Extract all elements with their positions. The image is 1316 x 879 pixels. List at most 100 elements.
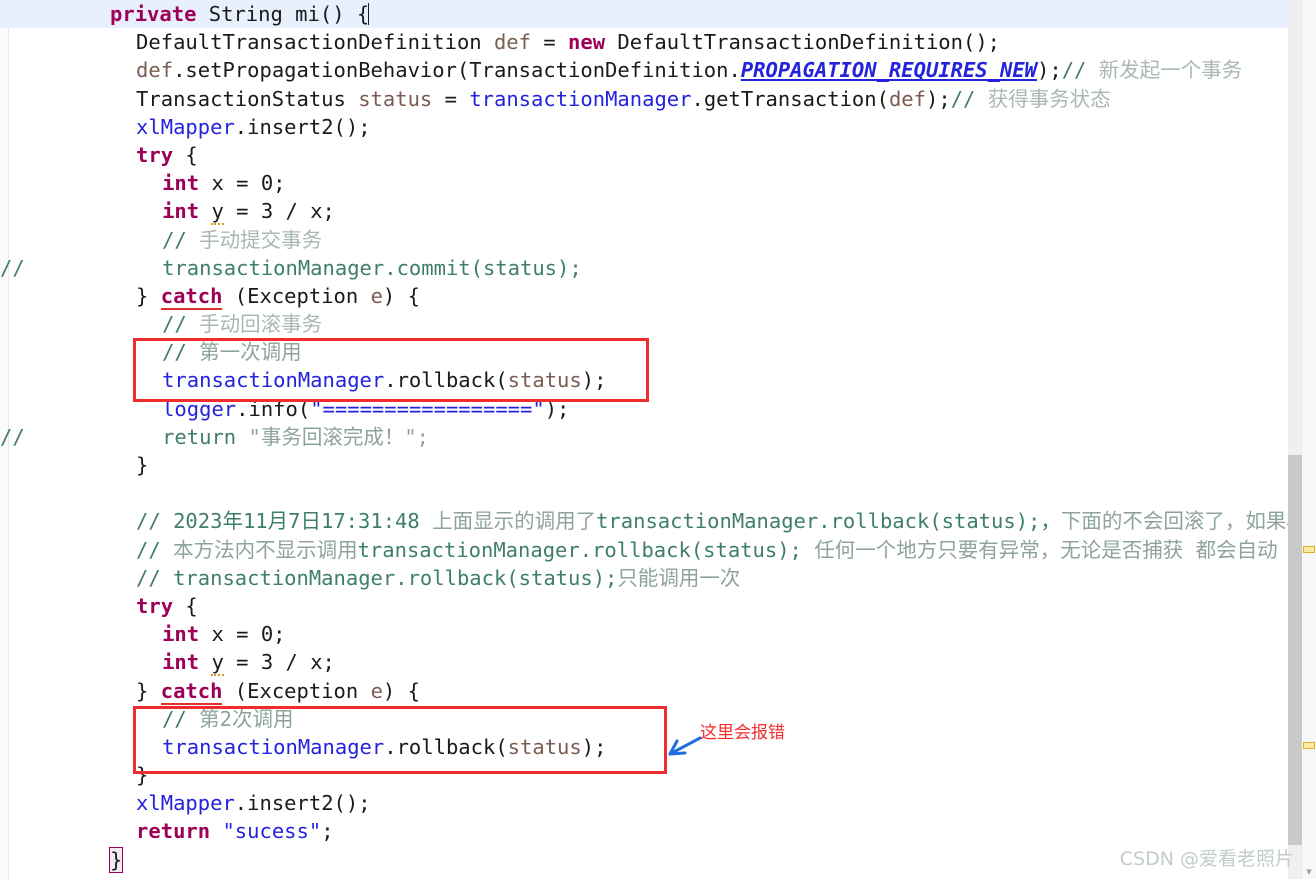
code-line[interactable]: TransactionStatus status = transactionMa… — [0, 85, 1288, 113]
line-comment-prefix — [0, 592, 26, 620]
code-token-warning: y — [211, 199, 224, 226]
code-token: 任何一个地方只要有异常，无论是否捕获 都会自动 — [814, 537, 1278, 562]
code-line[interactable]: int x = 0; — [0, 169, 1288, 197]
code-token: 3 — [260, 199, 274, 224]
line-comment-prefix — [0, 536, 26, 564]
code-token: ) { — [382, 678, 420, 703]
code-line[interactable]: transactionManager.rollback(status); — [0, 366, 1288, 394]
code-line[interactable]: } catch (Exception e) { — [0, 677, 1288, 705]
code-token: transactionManager — [162, 368, 385, 393]
code-token: 0 — [260, 622, 274, 647]
line-comment-prefix — [0, 817, 26, 845]
scrollbar-thumb[interactable] — [1288, 455, 1302, 845]
code-line[interactable]: } — [0, 761, 1288, 789]
code-line[interactable]: xlMapper.insert2(); — [0, 789, 1288, 817]
code-token: "事务回滚完成！"; — [248, 424, 430, 449]
code-token: } — [136, 453, 149, 477]
code-token: status — [507, 368, 582, 393]
code-line[interactable]: // 手动提交事务 — [0, 226, 1288, 254]
line-comment-prefix — [0, 113, 26, 141]
code-token: 年 — [222, 509, 243, 534]
scrollbar-warning-marker[interactable] — [1303, 742, 1315, 749]
code-token: // — [1061, 58, 1099, 83]
code-token: // — [136, 565, 174, 590]
line-comment-prefix — [0, 56, 26, 84]
code-token: 下面的不会回滚了，如果再次 — [1060, 509, 1316, 534]
line-comment-prefix — [0, 28, 26, 56]
code-line[interactable]: private String mi() { — [0, 0, 1288, 29]
code-line[interactable]: // 手动回滚事务 — [0, 310, 1288, 338]
code-token-keyword-error: catch — [160, 283, 223, 310]
code-token: / x; — [273, 199, 335, 224]
code-token: 获得事务状态 — [987, 86, 1111, 111]
scrollbar-warning-marker[interactable] — [1303, 546, 1315, 553]
line-comment-prefix — [0, 0, 26, 28]
code-token: def — [493, 30, 531, 55]
line-comment-prefix — [0, 789, 26, 817]
code-token: 手动提交事务 — [199, 227, 323, 252]
code-token: // — [162, 227, 200, 252]
code-token: } — [136, 763, 149, 788]
code-token: 2023 — [173, 509, 223, 534]
code-line[interactable]: } — [0, 846, 1288, 874]
code-token: ); — [581, 734, 607, 759]
code-line[interactable]: try { — [0, 592, 1288, 620]
line-comment-prefix: // — [0, 255, 25, 280]
code-line[interactable]: // transactionManager.rollback(status);只… — [0, 564, 1288, 592]
line-comment-prefix — [0, 648, 26, 676]
code-token: (Exception — [222, 678, 371, 703]
code-line[interactable]: return "sucess"; — [0, 817, 1288, 845]
code-line[interactable]: } catch (Exception e) { — [0, 282, 1288, 310]
code-editor[interactable]: private String mi() { DefaultTransaction… — [0, 0, 1316, 879]
code-token: new — [568, 30, 606, 55]
code-line[interactable]: } — [0, 451, 1288, 479]
code-line[interactable]: transactionManager.rollback(status); — [0, 733, 1288, 761]
code-token: 上面显示的调用了 — [432, 509, 597, 534]
code-line[interactable]: // return "事务回滚完成！"; — [0, 423, 1288, 451]
code-line[interactable]: // 第一次调用 — [0, 338, 1288, 366]
scroll-down-icon[interactable]: ▾ — [1304, 866, 1314, 877]
line-comment-prefix — [0, 705, 26, 733]
code-token: 手动回滚事务 — [199, 312, 323, 337]
code-token: String — [208, 2, 283, 26]
line-comment-prefix — [0, 564, 26, 592]
code-token: xlMapper — [136, 791, 235, 816]
code-line[interactable]: DefaultTransactionDefinition def = new D… — [0, 28, 1288, 56]
code-line[interactable]: // 第2次调用 — [0, 705, 1288, 733]
code-token: // — [162, 340, 200, 365]
code-token-keyword-error: catch — [160, 678, 223, 705]
code-line[interactable]: // transactionManager.commit(status); — [0, 254, 1288, 282]
code-token: ); — [544, 396, 570, 421]
code-token: ); — [581, 368, 607, 393]
code-line[interactable]: logger.info("================="); — [0, 395, 1288, 423]
code-line[interactable]: // 本方法内不显示调用transactionManager.rollback(… — [0, 536, 1288, 564]
code-token: ); — [926, 86, 951, 111]
code-line[interactable]: int y = 3 / x; — [0, 648, 1288, 677]
code-token: int — [162, 171, 200, 196]
code-token: try — [136, 142, 174, 167]
code-line[interactable]: try { — [0, 141, 1288, 169]
code-token: { — [173, 593, 198, 618]
code-token: mi() { — [295, 2, 370, 26]
code-content[interactable]: private String mi() { DefaultTransaction… — [0, 0, 1316, 879]
code-line[interactable]: xlMapper.insert2(); — [0, 113, 1288, 141]
code-token: // — [950, 86, 988, 111]
code-line[interactable]: int y = 3 / x; — [0, 197, 1288, 226]
code-token: } — [136, 283, 161, 308]
code-line[interactable]: def.setPropagationBehavior(TransactionDe… — [0, 56, 1288, 84]
line-comment-prefix — [0, 677, 26, 705]
code-token: // — [162, 706, 200, 731]
code-token: TransactionStatus — [136, 86, 359, 111]
code-token: "=================" — [310, 396, 545, 421]
code-token: ; — [321, 819, 334, 844]
watermark-label: CSDN @爱看老照片 — [1119, 848, 1294, 870]
code-line[interactable]: // 2023年11月7日17:31:48 上面显示的调用了transactio… — [0, 507, 1316, 535]
code-token: transactionManager.rollback(status); — [357, 537, 815, 562]
code-token: // — [136, 537, 174, 562]
code-line[interactable]: int x = 0; — [0, 620, 1288, 648]
line-comment-prefix — [0, 395, 26, 423]
code-line[interactable] — [0, 479, 1288, 507]
code-token: .setPropagationBehavior(TransactionDefin… — [173, 58, 741, 83]
